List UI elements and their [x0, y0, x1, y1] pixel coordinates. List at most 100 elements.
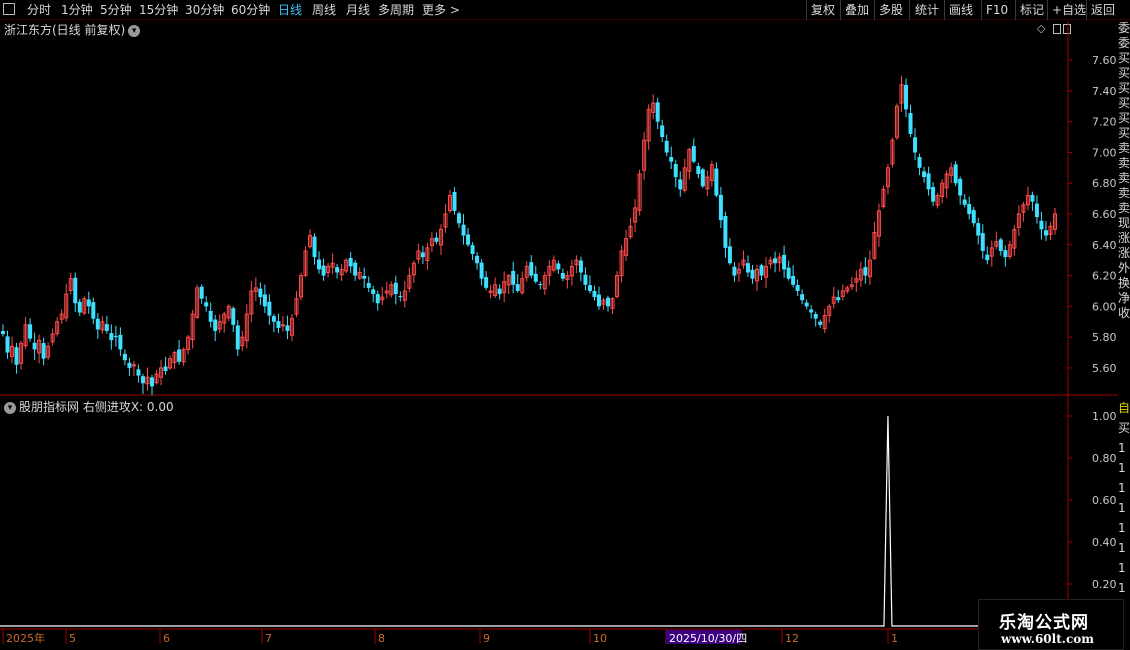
- candle-body-down: [479, 262, 484, 279]
- candle-body-down: [163, 366, 168, 371]
- candle-body-down: [922, 171, 927, 178]
- candle-body-down: [14, 347, 19, 365]
- candle-body-down: [1003, 250, 1008, 258]
- candle-body-down: [317, 259, 322, 270]
- candle-body-down: [470, 245, 475, 255]
- candle-body-down: [362, 275, 367, 279]
- candle-body-down: [786, 267, 791, 279]
- candle-body-down: [515, 284, 520, 291]
- candle-body-down: [538, 284, 543, 286]
- candle-body-down: [782, 254, 787, 270]
- candle-body-down: [73, 277, 78, 304]
- indicator-tick-label: 0.20: [1092, 578, 1117, 591]
- candle-body-down: [660, 125, 665, 138]
- candle-body-down: [484, 277, 489, 288]
- candle-body-down: [804, 302, 809, 307]
- candle-body-down: [267, 301, 272, 316]
- candle-body-down: [434, 237, 439, 242]
- x-axis-label: 2025/10/30/四: [669, 632, 747, 645]
- candle-body-down: [371, 289, 376, 295]
- candle-body-down: [104, 324, 109, 331]
- candle-body-down: [962, 199, 967, 205]
- candle-body-down: [122, 353, 127, 361]
- x-axis-label: 1: [891, 632, 898, 645]
- candle-body-down: [109, 333, 114, 341]
- candle-body-down: [560, 272, 565, 279]
- candle-body-down: [457, 213, 462, 224]
- candle-body-down: [714, 168, 719, 196]
- candle-body-down: [398, 296, 403, 298]
- candle-body-down: [583, 274, 588, 285]
- candle-body-down: [795, 285, 800, 291]
- candle-body-down: [95, 318, 100, 330]
- candle-body-down: [497, 288, 502, 295]
- candle-body-down: [718, 194, 723, 221]
- candle-body-down: [420, 252, 425, 258]
- candle-body-down: [664, 140, 669, 153]
- candle-body-down: [276, 321, 281, 328]
- price-tick-label: 7.60: [1092, 54, 1117, 67]
- candle-body-down: [596, 294, 601, 307]
- candle-body-down: [732, 266, 737, 276]
- candle-body-down: [533, 273, 538, 282]
- candle-body-down: [904, 84, 909, 110]
- candle-body-down: [723, 216, 728, 248]
- price-tick-label: 6.00: [1092, 300, 1117, 313]
- candle-body-down: [592, 290, 597, 298]
- candle-body-down: [678, 179, 683, 190]
- candle-body-down: [511, 270, 516, 285]
- kline-chart-canvas[interactable]: 7.60 7.40 7.20 7.00 6.80 6.60 6.40 6.20 6.00 5.80…: [0, 0, 1130, 650]
- x-axis-label: 12: [785, 632, 799, 645]
- candle-body-down: [285, 325, 290, 331]
- candle-body-down: [321, 265, 326, 276]
- candle-body-down: [606, 297, 611, 307]
- candle-body-down: [466, 234, 471, 245]
- candle-body-down: [700, 169, 705, 187]
- candle-body-down: [556, 263, 561, 270]
- candle-body-down: [127, 362, 132, 368]
- candle-body-down: [113, 335, 118, 338]
- candle-body-down: [136, 369, 141, 376]
- candle-body-down: [353, 262, 358, 276]
- candle-body-down: [204, 302, 209, 307]
- candle-body-down: [28, 324, 33, 339]
- candle-body-down: [91, 302, 96, 319]
- candle-body-down: [475, 255, 480, 264]
- x-axis-label: 10: [593, 632, 607, 645]
- candle-body-down: [908, 113, 913, 134]
- candle-body-down: [967, 204, 972, 214]
- candle-body-down: [985, 254, 990, 261]
- candle-body-down: [836, 297, 841, 301]
- candle-body-down: [149, 377, 154, 387]
- candle-body-down: [262, 294, 267, 307]
- price-tick-label: 5.60: [1092, 362, 1117, 375]
- candle-body-down: [980, 233, 985, 251]
- candle-body-down: [953, 164, 958, 184]
- candle-body-down: [669, 157, 674, 162]
- watermark-line1: 乐淘公式网: [999, 613, 1089, 633]
- x-axis-label: 8: [378, 632, 385, 645]
- candle-body-down: [971, 210, 976, 224]
- candle-body-down: [750, 269, 755, 279]
- price-tick-label: 6.40: [1092, 239, 1117, 252]
- price-tick-label: 5.80: [1092, 331, 1117, 344]
- watermark-line2: www.60lt.com: [1001, 632, 1094, 646]
- price-tick-label: 6.60: [1092, 208, 1117, 221]
- candle-body-down: [863, 267, 868, 276]
- candle-body-down: [77, 301, 82, 313]
- candle-body-down: [271, 316, 276, 322]
- x-axis-label: 5: [69, 632, 76, 645]
- candle-body-down: [5, 336, 10, 353]
- candle-body-down: [366, 282, 371, 288]
- candle-body-down: [461, 224, 466, 236]
- indicator-tick-label: 1.00: [1092, 410, 1117, 423]
- candle-body-down: [791, 275, 796, 285]
- candle-body-down: [312, 236, 317, 258]
- candle-body-down: [696, 166, 701, 174]
- candle-body-down: [41, 343, 46, 359]
- candle-body-down: [235, 325, 240, 350]
- candle-body-up: [131, 364, 136, 367]
- candle-body-down: [818, 321, 823, 325]
- candle-body-down: [140, 376, 145, 384]
- x-axis-label: 9: [483, 632, 490, 645]
